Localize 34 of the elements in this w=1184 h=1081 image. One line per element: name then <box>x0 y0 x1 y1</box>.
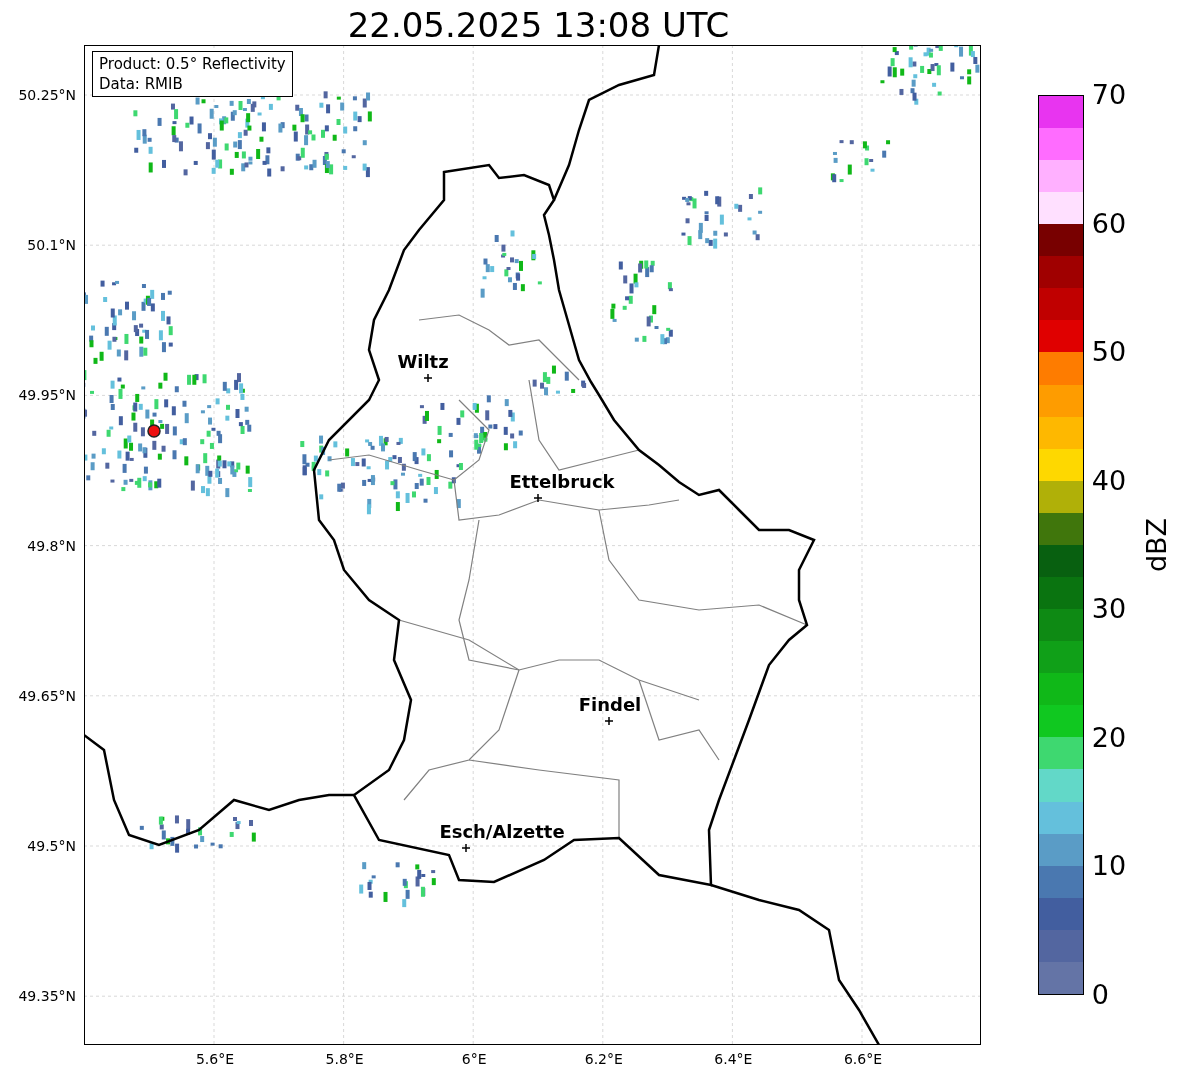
latitude-label: 49.35°N <box>18 988 76 1005</box>
city-label: Ettelbruck <box>509 472 615 492</box>
colorbar-tick-label: 50 <box>1091 337 1127 368</box>
latitude-label: 49.8°N <box>27 537 76 554</box>
longitude-label: 5.6°E <box>195 1051 235 1067</box>
latitude-label: 49.5°N <box>27 838 76 854</box>
colorbar-tick-label: 10 <box>1091 851 1127 882</box>
longitude-label: 6°E <box>461 1051 487 1067</box>
city-marker-icon <box>533 493 543 503</box>
longitude-label: 6.4°E <box>714 1051 753 1067</box>
city-marker-icon <box>423 373 433 383</box>
latitude-label: 50.1°N <box>27 237 76 254</box>
legend-text: Data: RMIB <box>99 74 184 94</box>
city-label: Findel <box>578 695 642 715</box>
latitude-label: 49.65°N <box>18 687 76 704</box>
latitude-label: 50.25°N <box>18 87 76 103</box>
latitude-label: 49.95°N <box>18 387 76 404</box>
city-marker-icon <box>461 843 471 853</box>
colorbar-tick-label: 40 <box>1091 465 1127 496</box>
radar-site-icon <box>147 424 161 438</box>
chart-title: 22.05.2025 13:08 UTC <box>347 5 730 45</box>
colorbar-tick-label: 30 <box>1091 594 1127 625</box>
city-label: Wiltz <box>397 352 449 372</box>
longitude-label: 6.2°E <box>584 1051 623 1067</box>
colorbar-tick-label: 60 <box>1091 208 1127 239</box>
city-marker-icon <box>604 716 614 726</box>
longitude-label: 6.6°E <box>843 1051 883 1067</box>
legend-text: Product: 0.5° Reflectivity <box>99 54 286 74</box>
colorbar-title: dBZ <box>1141 517 1172 573</box>
colorbar-tick-label: 20 <box>1091 722 1127 753</box>
colorbar-tick-label: 70 <box>1091 80 1127 110</box>
city-label: Esch/Alzette <box>439 822 565 842</box>
colorbar-tick-label: 0 <box>1091 980 1109 1010</box>
longitude-label: 5.8°E <box>325 1051 364 1067</box>
